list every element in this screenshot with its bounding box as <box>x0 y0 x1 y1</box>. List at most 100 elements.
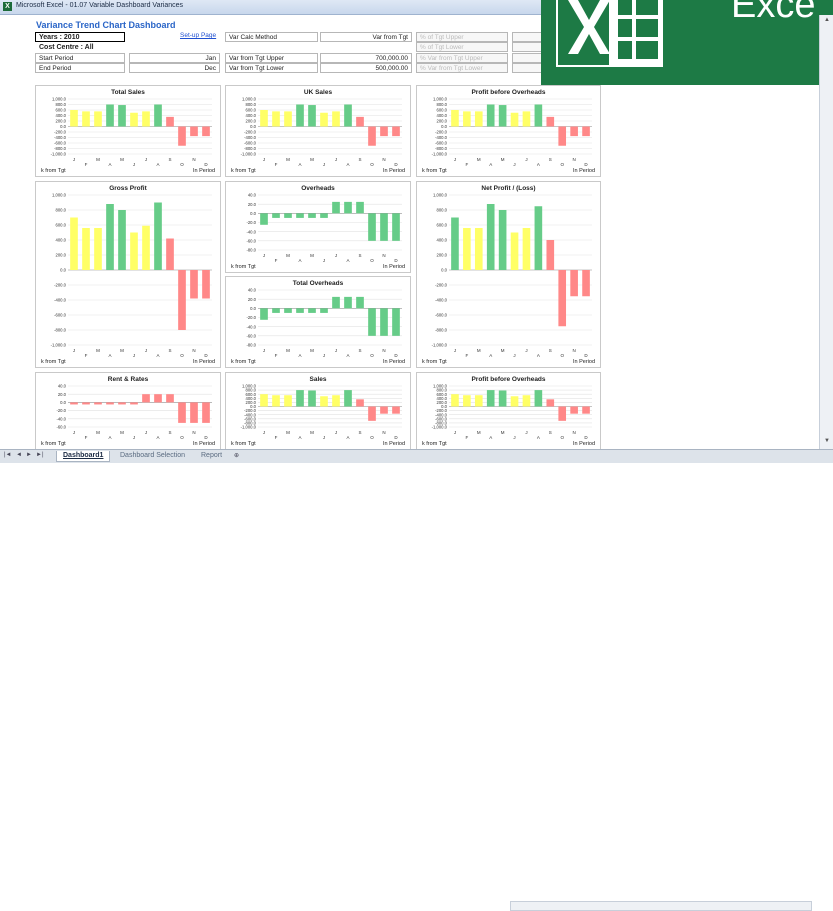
y-tick-label: -1,000.0 <box>51 152 67 157</box>
y-tick-label: -800.0 <box>54 328 67 333</box>
horizontal-scrollbar[interactable] <box>510 901 812 911</box>
x-tick-label: D <box>204 162 208 167</box>
y-tick-label: 600.0 <box>437 223 448 228</box>
bar <box>510 396 519 407</box>
chart-profit-before-overheads[interactable]: Profit before Overheads k from Tgt In Peri… <box>416 85 601 177</box>
x-tick-label: A <box>298 162 301 167</box>
x-tick-label: A <box>298 258 301 263</box>
chart-gross-profit[interactable]: Gross Profit k from Tgt In Period 1,000.0 80… <box>35 181 221 368</box>
cost-centre-cell[interactable]: Cost Centre : All <box>35 42 125 52</box>
tab-next-icon[interactable]: ► <box>26 452 32 458</box>
x-tick-label: M <box>120 157 124 162</box>
x-tick-label: F <box>85 162 88 167</box>
bar <box>510 232 519 270</box>
y-tick-label: 800.0 <box>56 208 67 213</box>
bar <box>190 270 198 299</box>
tab-dashboard1[interactable]: Dashboard1 <box>56 451 111 462</box>
chart-profit-before-overheads-2[interactable]: Profit before Overheads k from Tgt In Peri… <box>416 372 601 450</box>
y-tick-label: 20.0 <box>248 202 257 207</box>
chart-rent-rates[interactable]: Rent & Rates k from Tgt In Period 40.0 20.0 0… <box>35 372 221 450</box>
y-tick-label: 0.0 <box>60 124 66 129</box>
excel-app-icon[interactable]: X <box>3 2 12 11</box>
x-tick-label: M <box>286 430 290 435</box>
x-tick-label: M <box>286 157 290 162</box>
y-tick-label: 0.0 <box>441 268 447 273</box>
bar <box>82 111 90 127</box>
chart-footer-left: k from Tgt <box>41 168 66 174</box>
bar <box>463 395 471 407</box>
x-tick-label: A <box>537 162 540 167</box>
x-tick-label: D <box>204 353 208 358</box>
y-tick-label: -60.0 <box>246 238 256 243</box>
bar <box>570 270 578 297</box>
chart-total-overheads[interactable]: Total Overheads k from Tgt In Period 40.0 20… <box>225 276 411 368</box>
y-tick-label: -40.0 <box>56 416 66 421</box>
y-tick-label: -60.0 <box>56 425 66 430</box>
x-tick-label: N <box>382 348 385 353</box>
bar <box>380 213 388 241</box>
chart-overheads[interactable]: Overheads k from Tgt In Period 40.0 20.0 0.0-… <box>225 181 411 273</box>
y-tick-label: -1,000.0 <box>432 425 448 430</box>
bar <box>558 126 567 146</box>
sheet-tab-bar: |◄ ◄ ► ►| Dashboard1 Dashboard Selection… <box>0 449 833 911</box>
insert-sheet-icon[interactable]: ⊕ <box>234 452 239 459</box>
tab-report[interactable]: Report <box>195 451 228 461</box>
chart-total-sales[interactable]: Total Sales k from Tgt In Period 1,000.0 800… <box>35 85 221 177</box>
x-tick-label: O <box>180 435 184 440</box>
window-title: Microsoft Excel - 01.07 Variable Dashboa… <box>16 2 184 9</box>
x-tick-label: J <box>335 157 337 162</box>
y-tick-label: 0.0 <box>60 400 66 405</box>
chart-plot: 40.0 20.0 0.0 -20.0 -40.0 -60.0 -80.0 J F M A M J J A S… <box>246 193 402 263</box>
scroll-up-icon[interactable]: ▲ <box>823 17 831 23</box>
y-tick-label: 0.0 <box>60 268 66 273</box>
var-calc-value[interactable]: Var from Tgt <box>320 32 412 42</box>
x-tick-label: J <box>263 430 265 435</box>
start-period-value[interactable]: Jan <box>129 53 220 63</box>
bar <box>510 112 519 127</box>
x-tick-label: N <box>192 430 195 435</box>
bar <box>202 402 210 423</box>
x-tick-label: O <box>180 353 184 358</box>
x-tick-label: F <box>85 353 88 358</box>
y-tick-label: 800.0 <box>437 102 448 107</box>
x-tick-label: J <box>525 157 527 162</box>
x-tick-label: J <box>145 348 147 353</box>
bar <box>260 213 268 225</box>
x-tick-label: J <box>133 353 135 358</box>
bar <box>546 116 555 127</box>
tab-prev-icon[interactable]: ◄ <box>16 452 22 458</box>
chart-uk-sales[interactable]: UK Sales k from Tgt In Period 1,000.0 800.0 6… <box>225 85 411 177</box>
chart-sales[interactable]: Sales k from Tgt In Period 1,000.0 800.0 600.… <box>225 372 411 450</box>
bar <box>94 111 102 127</box>
x-tick-label: M <box>120 430 124 435</box>
bar <box>118 402 126 405</box>
years-cell[interactable]: Years : 2010 <box>35 32 125 42</box>
tab-dashboard-selection[interactable]: Dashboard Selection <box>114 451 191 461</box>
y-tick-label: 0.0 <box>250 306 256 311</box>
x-tick-label: A <box>156 162 159 167</box>
y-tick-label: -80.0 <box>246 248 256 253</box>
vertical-scrollbar[interactable]: ▲ ▼ <box>819 15 833 449</box>
x-tick-label: M <box>96 430 100 435</box>
end-period-value[interactable]: Dec <box>129 63 220 73</box>
x-tick-label: S <box>358 253 361 258</box>
x-tick-label: A <box>346 435 349 440</box>
tgt-lower-value[interactable]: 500,000.00 <box>320 63 412 73</box>
bar <box>202 270 210 299</box>
bar <box>106 204 114 270</box>
x-tick-label: N <box>192 157 195 162</box>
bar <box>332 296 340 309</box>
scroll-down-icon[interactable]: ▼ <box>823 438 831 444</box>
tgt-upper-value[interactable]: 700,000.00 <box>320 53 412 63</box>
bar <box>368 308 376 336</box>
x-tick-label: D <box>394 258 398 263</box>
tab-last-icon[interactable]: ►| <box>36 452 44 458</box>
setup-page-link[interactable]: Set-up Page <box>180 32 216 39</box>
tab-first-icon[interactable]: |◄ <box>4 452 12 458</box>
y-tick-label: -20.0 <box>246 220 256 225</box>
y-tick-label: 400.0 <box>437 113 448 118</box>
bar <box>82 228 90 270</box>
x-tick-label: N <box>382 430 385 435</box>
bar <box>582 270 590 297</box>
chart-net-profit-loss[interactable]: Net Profit / (Loss) k from Tgt In Period 1,… <box>416 181 601 368</box>
